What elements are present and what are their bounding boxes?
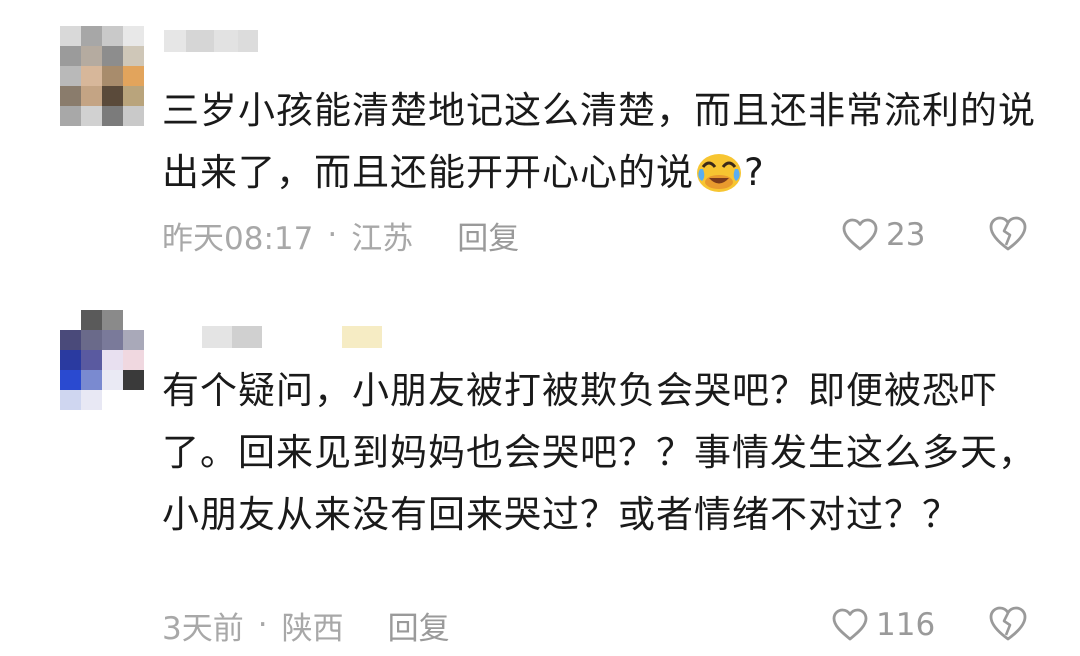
like-count: 23 [886,217,926,253]
like-button[interactable]: 23 [842,210,925,260]
comment-text-main: 三岁小孩能清楚地记这么清楚，而且还非常流利的说出来了，而且还能开开心心的说 [162,89,1036,194]
avatar[interactable] [60,26,144,126]
comment-item: 有个疑问，小朋友被打被欺负会哭吧？即便被恐吓了。回来见到妈妈也会哭吧？？事情发生… [0,306,1080,656]
username-blurred[interactable] [164,30,258,56]
comment-text: 三岁小孩能清楚地记这么清楚，而且还非常流利的说出来了，而且还能开开心心的说? [162,80,1042,204]
dislike-button[interactable] [988,215,1028,255]
comment-meta: 昨天08:17 · 江苏 回复 [162,210,519,260]
like-count: 116 [876,607,936,643]
comment-location: 江苏 [351,220,414,257]
comment-meta: 3天前 · 陕西 回复 [162,600,450,650]
meta-separator: · [327,217,338,253]
dislike-button[interactable] [988,605,1028,645]
comment-text: 有个疑问，小朋友被打被欺负会哭吧？即便被恐吓了。回来见到妈妈也会哭吧？？事情发生… [162,360,1042,546]
avatar[interactable] [60,310,144,410]
like-button[interactable]: 116 [832,600,935,650]
comment-location: 陕西 [281,610,344,647]
crying-laughing-emoji-icon [694,149,744,193]
heart-outline-icon [842,218,878,251]
comment-time: 昨天08:17 [162,220,314,257]
meta-separator: · [257,607,268,643]
comment-time: 3天前 [162,610,244,647]
heart-outline-icon [832,608,868,641]
comment-item: 三岁小孩能清楚地记这么清楚，而且还非常流利的说出来了，而且还能开开心心的说? 昨… [0,22,1080,282]
reply-button[interactable]: 回复 [457,213,519,258]
reply-button[interactable]: 回复 [388,603,450,648]
broken-heart-icon [989,216,1027,251]
comment-text-tail: ? [744,151,765,194]
broken-heart-icon [989,606,1027,641]
comment-text-main: 有个疑问，小朋友被打被欺负会哭吧？即便被恐吓了。回来见到妈妈也会哭吧？？事情发生… [162,369,1036,536]
username-blurred[interactable] [202,326,382,352]
